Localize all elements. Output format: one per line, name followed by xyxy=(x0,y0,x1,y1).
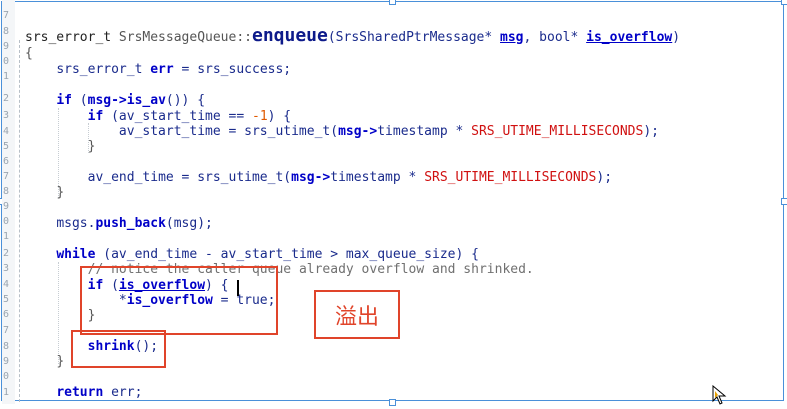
code-line[interactable]: } xyxy=(25,139,96,154)
code-token: ( xyxy=(71,93,88,108)
code-line[interactable]: } xyxy=(25,354,64,369)
annotation-text: 溢出 xyxy=(334,304,379,330)
code-token: msg-> xyxy=(87,93,127,108)
mouse-cursor-icon xyxy=(712,384,728,409)
keyword: while xyxy=(56,247,96,262)
param-open: (SrsSharedPtrMessage* xyxy=(327,30,501,45)
code-line[interactable]: while (av_end_time - av_start_time > max… xyxy=(25,247,479,262)
line-number: 3 xyxy=(3,263,10,274)
line-number: 7 xyxy=(3,325,10,336)
code-token: (av_end_time - av_start_time > max_queue… xyxy=(95,247,479,262)
code-token: msg-> xyxy=(291,170,331,185)
code-token: srs_error_t xyxy=(56,62,151,77)
code-line[interactable]: if (av_start_time == -1) { xyxy=(25,109,292,124)
scope-operator: :: xyxy=(236,30,252,45)
return-type: srs_error_t xyxy=(25,30,112,45)
brace: { xyxy=(25,46,33,61)
code-token: err; xyxy=(103,385,143,400)
line-number: 2 xyxy=(3,248,10,259)
code-line[interactable]: return err; xyxy=(25,385,142,400)
line-number: 9 xyxy=(3,356,10,367)
code-token: = xyxy=(173,62,198,77)
line-number: 6 xyxy=(3,156,10,167)
code-line-signature[interactable]: srs_error_t SrsMessageQueue::enqueue(Srs… xyxy=(25,25,681,46)
line-number: 7 xyxy=(3,10,10,21)
code-line[interactable]: av_start_time = srs_utime_t(msg->timesta… xyxy=(25,124,659,139)
code-token: timestamp * xyxy=(377,124,472,139)
line-number: 8 xyxy=(3,26,10,37)
code-token: ; xyxy=(283,62,292,77)
code-token: (av_start_time == xyxy=(103,109,252,124)
line-number: 1 xyxy=(3,387,10,398)
code-token: ) { xyxy=(267,109,292,124)
code-token: srs_success xyxy=(197,62,284,77)
macro: SRS_UTIME_MILLISECONDS xyxy=(424,170,597,185)
line-number: 1 xyxy=(3,71,10,82)
number-literal: -1 xyxy=(252,109,268,124)
code-line[interactable]: { xyxy=(25,46,33,61)
line-number: 8 xyxy=(3,341,10,352)
code-token: msgs. xyxy=(56,216,96,231)
line-number: 2 xyxy=(3,93,10,104)
line-number: 8 xyxy=(3,186,10,197)
brace: } xyxy=(56,354,65,369)
code-line[interactable]: msgs.push_back(msg); xyxy=(25,216,213,231)
annotation-label: 溢出 xyxy=(314,290,400,339)
code-token: ()) { xyxy=(165,93,206,108)
keyword: return xyxy=(56,385,104,400)
param-mid: , bool* xyxy=(523,30,587,45)
line-number: 3 xyxy=(3,110,10,121)
code-token: timestamp * xyxy=(330,170,425,185)
code-token: ); xyxy=(643,124,659,139)
param-is-overflow: is_overflow xyxy=(586,30,673,45)
line-number: 5 xyxy=(3,141,10,152)
line-number: 9 xyxy=(3,41,10,52)
brace: } xyxy=(87,139,96,154)
highlight-box-overflow xyxy=(80,266,278,335)
line-number: 0 xyxy=(3,216,10,227)
brace: } xyxy=(56,185,65,200)
keyword: if xyxy=(87,109,104,124)
code-line[interactable]: if (msg->is_av()) { xyxy=(25,93,205,108)
macro: SRS_UTIME_MILLISECONDS xyxy=(471,124,644,139)
resize-handle-bottom[interactable] xyxy=(389,399,396,406)
code-token: is_av xyxy=(126,93,166,108)
line-number: 5 xyxy=(3,294,10,305)
line-number: 7 xyxy=(3,171,10,182)
code-token: av_start_time = srs_utime_t( xyxy=(118,124,339,139)
line-number: 0 xyxy=(3,56,10,67)
fold-guide xyxy=(19,40,21,402)
function-name: enqueue xyxy=(251,25,328,46)
code-token: msg-> xyxy=(338,124,378,139)
code-token: av_end_time = srs_utime_t( xyxy=(87,170,292,185)
code-token: err xyxy=(150,62,174,77)
line-number: 1 xyxy=(3,231,10,242)
code-line[interactable]: } xyxy=(25,185,64,200)
class-name: SrsMessageQueue xyxy=(118,30,237,45)
resize-handle-right[interactable] xyxy=(781,198,787,205)
param-msg: msg xyxy=(500,30,524,45)
code-token: push_back xyxy=(95,216,166,231)
resize-handle-top-right[interactable] xyxy=(781,0,787,5)
code-token: (msg); xyxy=(165,216,213,231)
code-token: ); xyxy=(596,170,613,185)
highlight-box-shrink xyxy=(71,330,166,368)
code-line[interactable]: srs_error_t err = srs_success; xyxy=(25,62,291,77)
line-number: 9 xyxy=(3,201,10,212)
line-number: 6 xyxy=(3,309,10,320)
line-number: 4 xyxy=(3,126,10,137)
resize-handle-top[interactable] xyxy=(389,0,396,5)
param-close: ) xyxy=(672,30,681,45)
line-number: 0 xyxy=(3,371,10,382)
line-number: 4 xyxy=(3,279,10,290)
code-line[interactable]: av_end_time = srs_utime_t(msg->timestamp… xyxy=(25,170,612,185)
keyword: if xyxy=(56,93,72,108)
